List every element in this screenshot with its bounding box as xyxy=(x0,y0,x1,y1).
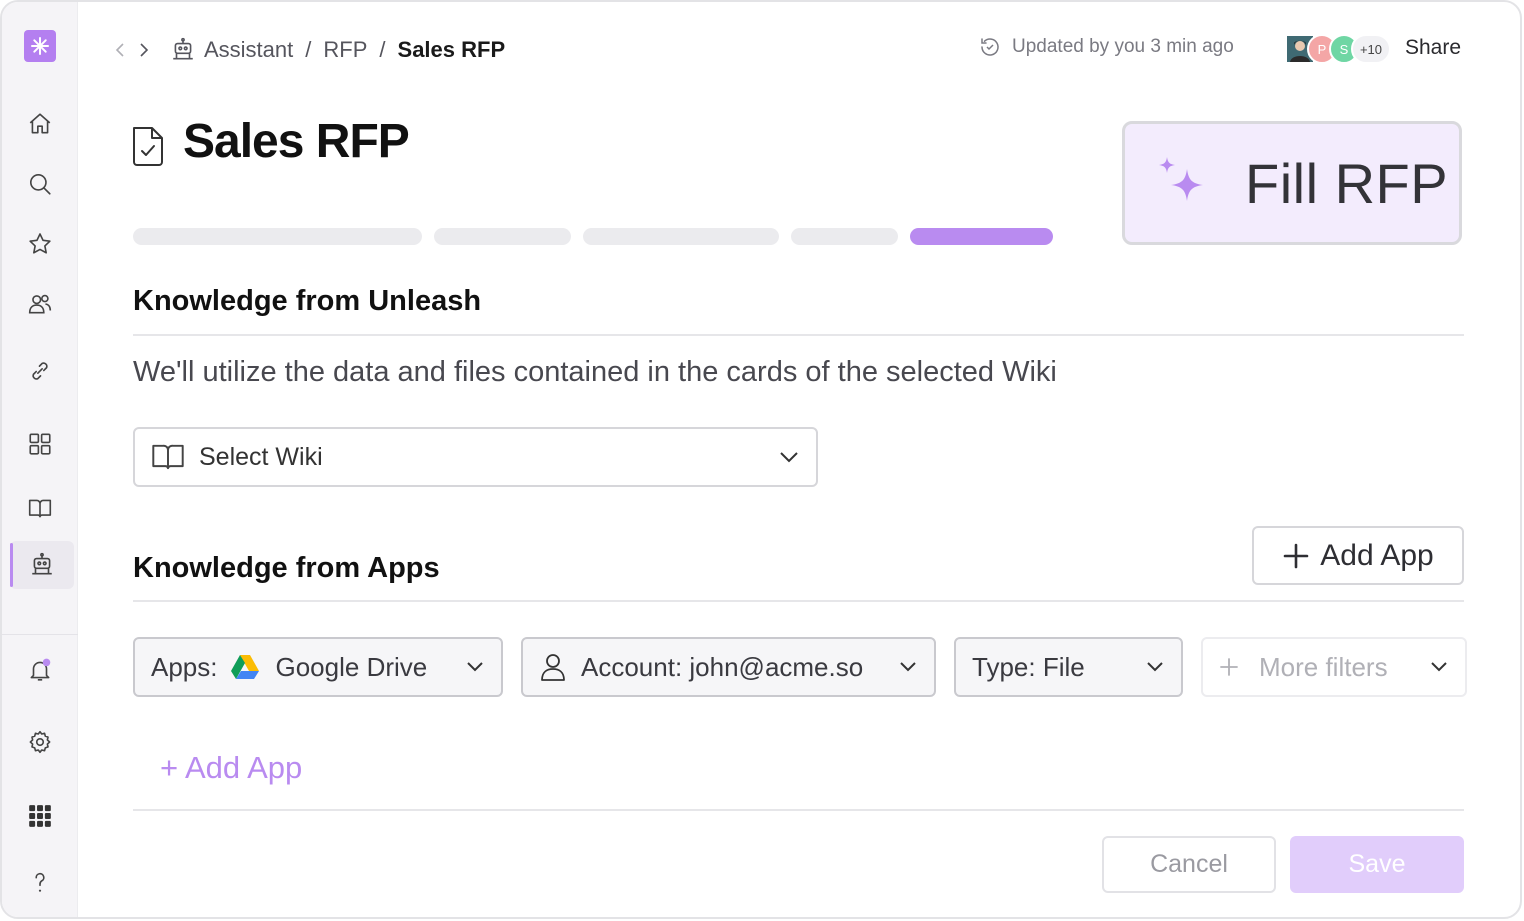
sidebar-item-help[interactable] xyxy=(16,858,64,906)
document-check-icon xyxy=(133,127,163,166)
apps-grid-icon xyxy=(29,805,51,827)
save-button[interactable]: Save xyxy=(1290,836,1464,893)
chevron-down-icon xyxy=(900,662,916,672)
user-icon xyxy=(541,654,565,681)
apps-filter-label: Apps: xyxy=(151,651,218,682)
add-app-button[interactable]: Add App xyxy=(1252,526,1464,585)
account-filter-value: Account: john@acme.so xyxy=(581,651,864,682)
grid-icon xyxy=(29,433,51,455)
collaborators[interactable]: P S +10 xyxy=(1285,34,1391,64)
type-filter-value: Type: File xyxy=(972,651,1085,682)
link-icon xyxy=(32,362,48,380)
apps-filter-dropdown[interactable]: Apps: Google Drive xyxy=(133,637,503,697)
sidebar-item-people[interactable] xyxy=(16,280,64,328)
chevron-down-icon xyxy=(1147,662,1163,672)
section-title-apps: Knowledge from Apps xyxy=(133,552,440,584)
robot-icon xyxy=(32,552,52,575)
breadcrumb-assistant[interactable]: Assistant xyxy=(204,37,293,63)
app-window: Assistant / RFP / Sales RFP Updated by y… xyxy=(0,0,1522,919)
plus-icon xyxy=(1283,543,1309,568)
book-icon xyxy=(28,499,52,518)
avatar-overflow-count: +10 xyxy=(1351,34,1391,64)
progress-step-active xyxy=(910,228,1053,245)
select-wiki-placeholder: Select Wiki xyxy=(199,442,323,471)
progress-step xyxy=(791,228,898,245)
plus-icon xyxy=(1220,658,1238,676)
sidebar xyxy=(2,2,78,917)
sparkle-icon xyxy=(1159,157,1203,201)
page-title: Sales RFP xyxy=(183,115,410,168)
unleash-description: We'll utilize the data and files contain… xyxy=(133,356,1057,388)
bell-icon xyxy=(30,658,51,681)
updated-text: Updated by you 3 min ago xyxy=(1012,36,1234,57)
sidebar-item-notifications[interactable] xyxy=(16,646,64,694)
asterisk-icon xyxy=(31,37,49,55)
add-app-link[interactable]: + Add App xyxy=(160,750,302,786)
sidebar-item-wiki[interactable] xyxy=(16,484,64,532)
sidebar-item-favorites[interactable] xyxy=(16,220,64,268)
progress-step xyxy=(434,228,571,245)
fill-rfp-label: Fill RFP xyxy=(1245,151,1449,215)
more-filters-dropdown[interactable]: More filters xyxy=(1201,637,1467,697)
sidebar-item-home[interactable] xyxy=(16,100,64,148)
share-button[interactable]: Share xyxy=(1405,36,1461,60)
add-app-label: Add App xyxy=(1320,538,1434,572)
chevron-down-icon xyxy=(780,452,798,463)
divider xyxy=(133,809,1464,811)
chevron-down-icon xyxy=(467,662,483,672)
google-drive-icon xyxy=(230,655,259,679)
account-filter-dropdown[interactable]: Account: john@acme.so xyxy=(521,637,936,697)
more-filters-label: More filters xyxy=(1259,651,1388,682)
breadcrumb-separator: / xyxy=(305,37,312,62)
home-icon xyxy=(29,113,51,134)
section-title-unleash: Knowledge from Unleash xyxy=(133,285,482,317)
breadcrumb-separator: / xyxy=(379,37,386,62)
help-icon xyxy=(35,872,45,892)
cancel-button[interactable]: Cancel xyxy=(1102,836,1276,893)
people-icon xyxy=(28,294,52,314)
sidebar-divider xyxy=(2,634,78,635)
history-icon xyxy=(981,38,999,56)
type-filter-dropdown[interactable]: Type: File xyxy=(954,637,1183,697)
apps-filter-value: Google Drive xyxy=(275,651,428,682)
divider xyxy=(133,334,1464,336)
sidebar-item-apps[interactable] xyxy=(16,420,64,468)
select-wiki-dropdown[interactable]: Select Wiki xyxy=(133,427,818,487)
star-icon xyxy=(29,233,51,254)
book-icon xyxy=(152,444,184,470)
search-icon xyxy=(29,173,51,195)
divider xyxy=(133,600,1464,602)
sidebar-item-settings[interactable] xyxy=(16,718,64,766)
breadcrumb-current: Sales RFP xyxy=(397,37,506,62)
sidebar-item-search[interactable] xyxy=(16,160,64,208)
forward-icon[interactable] xyxy=(136,40,152,60)
sidebar-item-launcher[interactable] xyxy=(16,792,64,840)
sidebar-item-links[interactable] xyxy=(16,347,64,395)
progress-step xyxy=(583,228,779,245)
breadcrumb-rfp[interactable]: RFP xyxy=(323,37,367,63)
fill-rfp-button[interactable]: Fill RFP xyxy=(1122,121,1462,245)
chevron-down-icon xyxy=(1431,662,1447,672)
breadcrumb: Assistant / RFP / Sales RFP xyxy=(112,32,505,68)
back-icon[interactable] xyxy=(112,40,128,60)
robot-icon xyxy=(173,37,193,60)
history-nav xyxy=(112,40,152,60)
progress-step xyxy=(133,228,422,245)
gear-icon xyxy=(29,730,51,754)
sidebar-item-assistant[interactable] xyxy=(10,541,74,589)
app-logo[interactable] xyxy=(24,30,56,62)
update-status: Updated by you 3 min ago xyxy=(978,35,1234,59)
